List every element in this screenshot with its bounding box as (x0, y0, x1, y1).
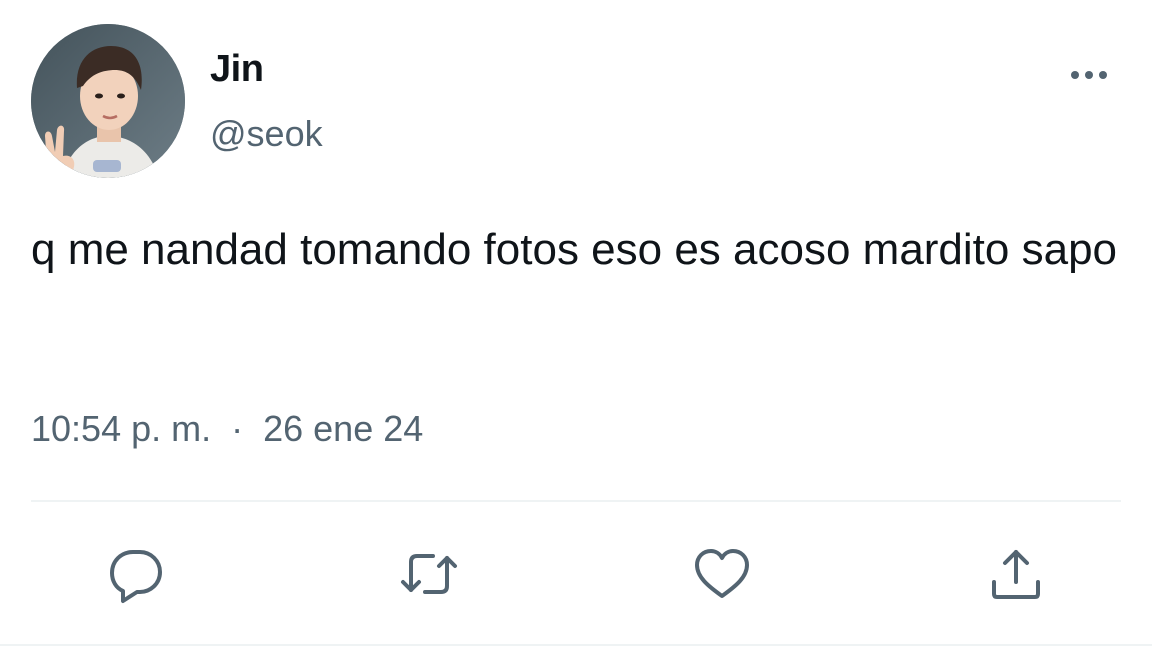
tweet-meta: 10:54 p. m. · 26 ene 24 (31, 404, 423, 454)
share-upload-icon[interactable] (984, 542, 1048, 606)
heart-icon[interactable] (690, 542, 754, 606)
more-horizontal-icon[interactable] (1064, 60, 1114, 90)
retweet-icon[interactable] (397, 542, 461, 606)
bottom-divider (0, 644, 1152, 646)
tweet-card: Jin @seok q me nandad tomando fotos eso … (0, 0, 1152, 666)
avatar-photo (31, 24, 185, 178)
divider (31, 500, 1121, 502)
meta-separator: · (231, 408, 244, 449)
author-name[interactable]: Jin (210, 46, 264, 92)
avatar[interactable] (31, 24, 185, 178)
tweet-text: q me nandad tomando fotos eso es acoso m… (31, 225, 1118, 274)
reply-bubble-icon[interactable] (104, 542, 168, 606)
tweet-time[interactable]: 10:54 p. m. (31, 408, 211, 449)
tweet-date[interactable]: 26 ene 24 (263, 408, 423, 449)
author-handle[interactable]: @seok (210, 112, 323, 156)
